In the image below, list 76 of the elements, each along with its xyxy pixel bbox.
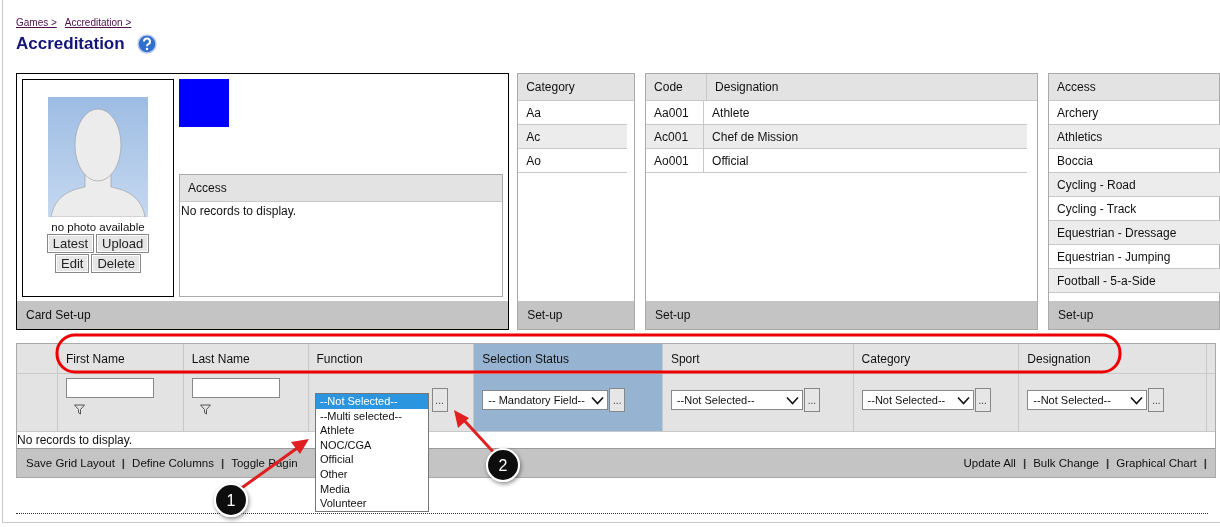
footer-link[interactable]: Update All: [963, 457, 1016, 469]
photo-button[interactable]: Edit: [55, 254, 90, 273]
link-separator: |: [1022, 457, 1027, 469]
table-cell: Ao001: [646, 149, 705, 172]
callout-badge: 1: [214, 483, 248, 517]
page-title: Accreditation: [16, 34, 125, 54]
dropdown[interactable]: --Not Selected--: [1027, 390, 1148, 410]
dropdown-option[interactable]: Volunteer: [316, 496, 428, 511]
panel-footer[interactable]: Card Set-up: [17, 301, 509, 329]
filter-icon[interactable]: [199, 404, 211, 415]
callout-badge: 2: [486, 448, 520, 482]
link-separator: |: [1203, 457, 1207, 469]
footer-link[interactable]: Graphical Chart: [1116, 457, 1197, 469]
column-header[interactable]: Last Name: [182, 344, 308, 373]
dropdown-option[interactable]: --Multi selected--: [316, 408, 428, 424]
table-cell-text: Chef de Mission: [711, 128, 799, 146]
chevron-down-icon: [956, 395, 970, 405]
panel-footer[interactable]: Set-up: [1049, 301, 1219, 329]
photo-button[interactable]: Delete: [91, 254, 141, 273]
empty-message: No records to display.: [180, 203, 298, 220]
table-cell: Athletics: [1049, 125, 1220, 149]
table-cell: Ao: [518, 149, 628, 173]
dropdown[interactable]: --Not Selected--: [861, 390, 974, 410]
help-icon[interactable]: [136, 34, 157, 54]
footer-link[interactable]: Define Columns: [132, 457, 214, 469]
column-header[interactable]: Designation: [1018, 344, 1206, 373]
table-cell: Equestrian - Dressage: [1049, 221, 1220, 245]
table-cell-text: Official: [711, 152, 749, 170]
filter-input[interactable]: [65, 378, 154, 398]
table-cell-text: Athlete: [711, 104, 750, 122]
empty-message: No records to display.: [17, 433, 133, 447]
footer-link[interactable]: Save Grid Layout: [26, 457, 115, 469]
ellipsis-button[interactable]: ...: [803, 388, 820, 412]
footer-link[interactable]: Bulk Change: [1033, 457, 1099, 469]
ellipsis-button[interactable]: ...: [609, 388, 626, 412]
column-header[interactable]: Category: [852, 344, 1019, 373]
ellipsis-button[interactable]: ...: [431, 388, 448, 412]
column-header[interactable]: Sport: [661, 344, 853, 373]
photo-caption: no photo available: [51, 221, 145, 233]
filter-icon[interactable]: [73, 404, 85, 415]
column-header: Code: [646, 74, 708, 100]
dropdown-option[interactable]: NOC/CGA: [316, 437, 428, 453]
column-header[interactable]: Selection Status: [473, 344, 662, 373]
table-cell: Ac: [518, 125, 628, 149]
panel-footer[interactable]: Set-up: [646, 301, 1037, 329]
ellipsis-button[interactable]: ...: [974, 388, 991, 412]
dropdown[interactable]: --Not Selected--: [670, 390, 803, 410]
breadcrumb-link[interactable]: Accreditation >: [64, 17, 132, 29]
dropdown-option[interactable]: Other: [316, 466, 428, 482]
column-header: Category: [518, 74, 635, 101]
photo-button[interactable]: Latest: [46, 234, 95, 253]
link-separator: |: [121, 457, 126, 469]
column-header: Access: [180, 175, 503, 202]
dropdown-option[interactable]: Athlete: [316, 423, 428, 438]
link-separator: |: [1106, 457, 1110, 469]
photo-button[interactable]: Upload: [96, 234, 150, 253]
chevron-down-icon: [785, 395, 799, 405]
breadcrumb-link[interactable]: Games >: [16, 17, 57, 29]
dropdown-option[interactable]: Official: [316, 452, 428, 467]
link-separator: |: [220, 457, 225, 469]
color-swatch: [179, 79, 229, 127]
filter-input[interactable]: [191, 378, 280, 398]
table-cell: Aa001: [646, 101, 705, 124]
dropdown-option[interactable]: Media: [316, 481, 428, 497]
column-header: Designation: [714, 79, 779, 96]
chevron-down-icon: [591, 395, 605, 405]
dropdown[interactable]: -- Mandatory Field--: [482, 390, 609, 410]
table-cell: Ac001: [646, 125, 705, 148]
table-cell: Cycling - Road: [1049, 173, 1220, 197]
dropdown-list[interactable]: --Not Selected-- --Multi selected-- Athlete NOC/CGA Official Other Media Volunteer: [315, 393, 429, 512]
table-cell: Football - 5-a-Side: [1049, 269, 1220, 293]
column-header: Access: [1049, 74, 1219, 101]
ellipsis-button[interactable]: ...: [1148, 388, 1165, 412]
chevron-down-icon: [1130, 395, 1144, 405]
panel-footer[interactable]: Set-up: [518, 301, 635, 329]
column-header[interactable]: First Name: [56, 344, 183, 373]
